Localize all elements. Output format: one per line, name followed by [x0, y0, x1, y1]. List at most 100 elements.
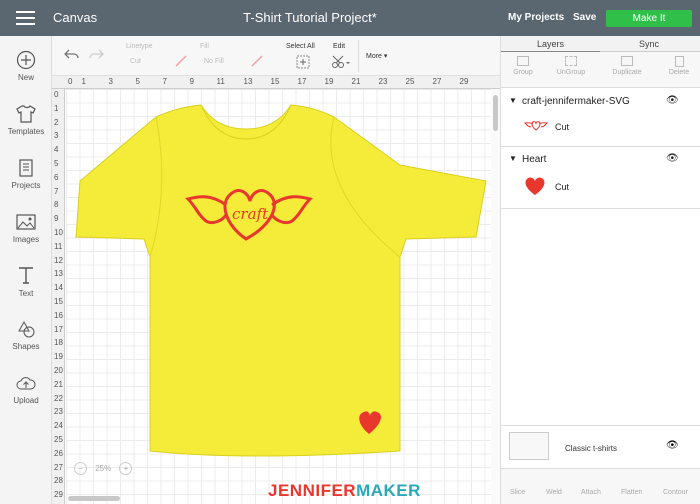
edit-label[interactable]: Edit — [333, 43, 345, 50]
ruler-tick-label: 17 — [297, 77, 307, 86]
tool-label: Delete — [668, 69, 690, 76]
ruler-tick-label: 27 — [432, 77, 442, 86]
book-icon — [19, 159, 33, 177]
layers-panel: Layers Sync Group UnGroup Duplicate Dele… — [500, 36, 700, 504]
redo-icon[interactable] — [88, 48, 104, 60]
my-projects-link[interactable]: My Projects — [508, 12, 564, 23]
ruler-tick-label: 25 — [54, 435, 63, 444]
weld-button[interactable]: Weld — [546, 489, 562, 496]
delete-button[interactable]: Delete — [659, 56, 699, 76]
footer-tools: Slice Weld Attach Flatten Contour — [501, 468, 700, 504]
sidebar-label: Projects — [11, 181, 41, 190]
select-all-icon[interactable] — [296, 55, 310, 69]
ruler-tick-label: 1 — [81, 77, 86, 86]
ruler-tick-label: 23 — [378, 77, 388, 86]
sidebar-item-text[interactable]: Text — [0, 264, 52, 298]
ruler-tick-label: 11 — [54, 241, 63, 251]
layer-name: Heart — [522, 154, 547, 165]
ruler-tick-label: 21 — [54, 379, 63, 389]
craft-thumbnail-icon — [523, 121, 549, 131]
fill-label: Fill — [200, 43, 209, 50]
more-label: More — [366, 53, 382, 60]
ungroup-button[interactable]: UnGroup — [551, 56, 591, 76]
ungroup-icon — [565, 56, 577, 66]
toolbar-divider — [358, 40, 359, 72]
tab-sync[interactable]: Sync — [639, 39, 659, 49]
layer-tools: Group UnGroup Duplicate Delete — [501, 52, 700, 88]
visibility-eye-icon[interactable]: 👁 — [666, 153, 679, 164]
design-canvas[interactable]: craft — [66, 89, 491, 504]
ruler-tick-label: 0 — [68, 77, 73, 86]
visibility-eye-icon[interactable]: 👁 — [666, 95, 679, 106]
linetype-label: Linetype — [126, 43, 153, 50]
vertical-ruler: 0 1 2 3 4 5 6 7 8 9 10 11 12 13 14 15 16 17 18 19 20 21 22 23 24… — [52, 89, 65, 504]
undo-icon[interactable] — [64, 48, 80, 60]
horizontal-ruler: 0 1 3 5 7 9 11 13 15 17 19 21 23 25 27 29 — [52, 76, 500, 89]
plus-circle-icon — [16, 50, 36, 70]
contour-button[interactable]: Contour — [663, 489, 688, 496]
ruler-tick-label: 27 — [54, 462, 63, 472]
ruler-tick-label: 3 — [54, 131, 59, 141]
logo-part-2: MAKER — [356, 481, 421, 500]
sidebar-item-images[interactable]: Images — [0, 212, 52, 244]
flatten-button[interactable]: Flatten — [621, 489, 642, 496]
divider — [501, 146, 700, 147]
duplicate-button[interactable]: Duplicate — [607, 56, 647, 76]
zoom-in-button[interactable]: + — [119, 462, 133, 475]
sidebar-item-projects[interactable]: Projects — [0, 158, 52, 190]
image-icon — [16, 214, 36, 230]
divider — [501, 208, 700, 209]
fill-color-swatch[interactable] — [250, 54, 264, 68]
linetype-select[interactable]: Cut — [130, 58, 141, 65]
sidebar-item-templates[interactable]: Templates — [0, 104, 52, 136]
sidebar-label: Templates — [7, 127, 45, 136]
ruler-tick-label: 23 — [54, 407, 63, 417]
heart-thumbnail-icon — [525, 177, 545, 195]
ruler-tick-label: 4 — [54, 145, 59, 155]
ruler-tick-label: 19 — [54, 352, 63, 362]
tool-label: UnGroup — [556, 69, 586, 76]
scroll-thumb[interactable] — [493, 95, 498, 131]
ruler-tick-label: 19 — [324, 77, 334, 86]
ruler-tick-label: 29 — [459, 77, 469, 86]
collapse-arrow-icon[interactable]: ▼ — [509, 96, 517, 105]
select-all-label[interactable]: Select All — [286, 43, 315, 50]
scissors-icon[interactable] — [331, 55, 351, 69]
sidebar-item-upload[interactable]: Upload — [0, 373, 52, 405]
shapes-icon — [18, 320, 35, 338]
scroll-thumb[interactable] — [68, 496, 120, 501]
ruler-tick-label: 17 — [54, 324, 63, 334]
layer-operation: Cut — [555, 182, 570, 192]
sidebar-item-shapes[interactable]: Shapes — [0, 319, 52, 351]
tshirt-thumbnail-icon — [509, 432, 549, 460]
ruler-tick-label: 20 — [54, 366, 63, 375]
ruler-tick-label: 29 — [54, 490, 63, 500]
ruler-tick-label: 11 — [216, 77, 225, 86]
ruler-tick-label: 0 — [54, 90, 59, 99]
sidebar-item-new[interactable]: New — [0, 50, 52, 82]
ruler-tick-label: 14 — [54, 283, 63, 293]
tab-layers[interactable]: Layers — [500, 39, 601, 53]
collapse-arrow-icon[interactable]: ▼ — [509, 154, 517, 163]
sidebar-label: Shapes — [12, 342, 40, 351]
attach-button[interactable]: Attach — [581, 489, 601, 496]
ruler-tick-label: 2 — [54, 117, 59, 127]
duplicate-icon — [621, 56, 633, 66]
visibility-eye-icon[interactable]: 👁 — [666, 440, 679, 451]
ruler-tick-label: 5 — [135, 77, 140, 86]
more-menu[interactable]: More ▾ — [366, 52, 387, 60]
slice-button[interactable]: Slice — [510, 489, 525, 496]
ruler-tick-label: 7 — [54, 186, 59, 196]
linetype-color-swatch[interactable] — [174, 54, 188, 68]
make-it-button[interactable]: Make It — [606, 10, 692, 27]
canvas-layer-name: Classic t-shirts — [565, 444, 618, 453]
vertical-scrollbar[interactable] — [491, 89, 500, 504]
tool-label: Duplicate — [612, 69, 642, 76]
group-button[interactable]: Group — [503, 56, 543, 76]
ruler-tick-label: 8 — [54, 200, 59, 210]
fill-select[interactable]: No Fill — [204, 58, 224, 65]
save-button[interactable]: Save — [573, 12, 596, 23]
zoom-out-button[interactable]: − — [74, 462, 87, 475]
ruler-tick-label: 22 — [54, 393, 63, 403]
ruler-tick-label: 21 — [351, 77, 361, 86]
